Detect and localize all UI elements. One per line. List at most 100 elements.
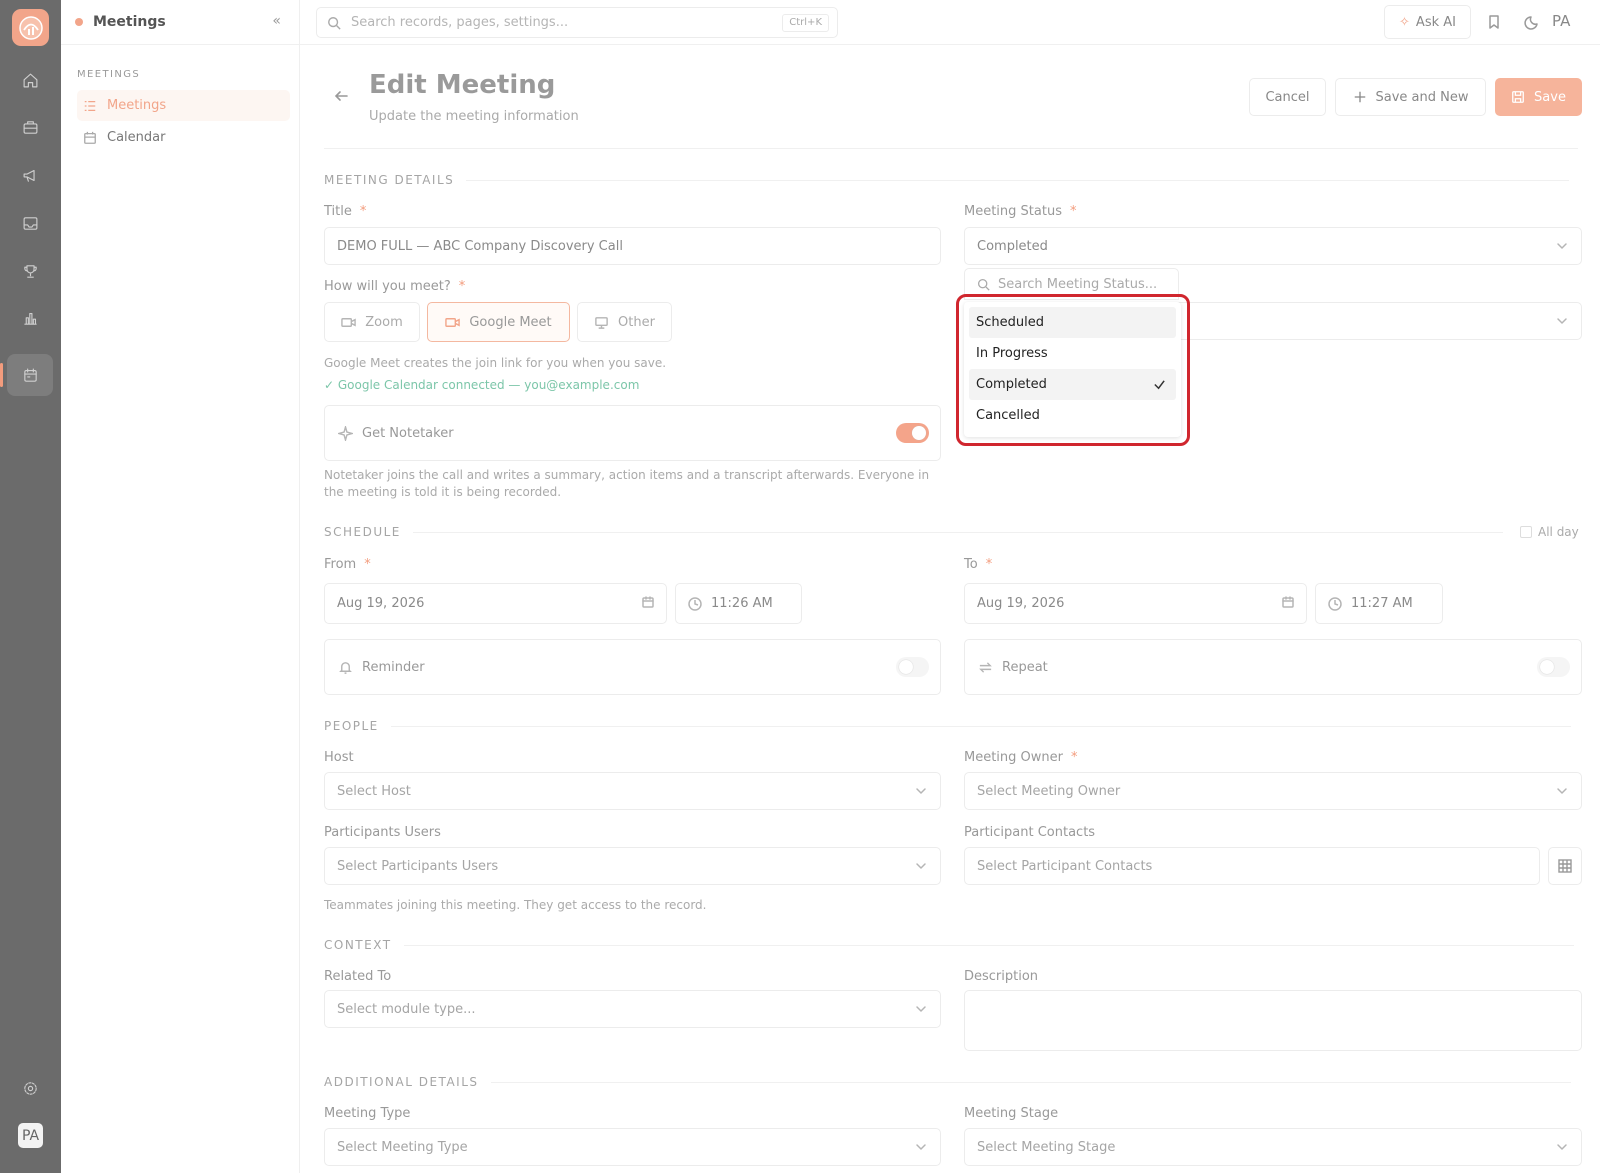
repeat-card: Repeat <box>964 639 1582 695</box>
owner-label-text: Meeting Owner <box>964 750 1063 765</box>
save-and-new-button[interactable]: Save and New <box>1335 78 1486 116</box>
chevron-down-icon <box>1556 315 1568 327</box>
save-and-new-label: Save and New <box>1375 89 1469 105</box>
host-select[interactable]: Select Host <box>324 772 941 810</box>
global-search-input[interactable]: Search records, pages, settings... Ctrl+… <box>316 7 838 38</box>
grid-picker-button[interactable] <box>1548 847 1582 885</box>
video-icon <box>445 317 461 327</box>
repeat-toggle[interactable] <box>1537 657 1570 677</box>
option-google-meet[interactable]: Google Meet <box>427 302 570 342</box>
search-icon <box>977 278 990 291</box>
participant-contacts-select[interactable]: Select Participant Contacts <box>964 847 1540 885</box>
calendar-icon <box>642 596 654 612</box>
to-time-input[interactable]: 11:27 AM <box>1315 583 1443 624</box>
clock-icon <box>1328 596 1342 611</box>
logo-icon <box>18 15 43 40</box>
sidebar-section-label: MEETINGS <box>77 69 141 80</box>
ask-ai-button[interactable]: ✧ Ask AI <box>1384 5 1471 39</box>
section-divider <box>490 1081 1571 1083</box>
related-to-select[interactable]: Select module type... <box>324 990 941 1028</box>
participants-hint: Teammates joining this meeting. They get… <box>324 898 707 912</box>
title-input[interactable]: DEMO FULL — ABC Company Discovery Call <box>324 227 941 265</box>
page-subtitle: Update the meeting information <box>369 109 579 124</box>
description-textarea[interactable] <box>964 990 1582 1051</box>
monitor-icon <box>595 316 608 329</box>
notetaker-label: Get Notetaker <box>362 425 454 441</box>
repeat-icon <box>979 661 992 673</box>
list-icon <box>84 100 96 111</box>
header-divider <box>324 148 1578 149</box>
cancel-label: Cancel <box>1265 89 1310 105</box>
inbox-icon[interactable] <box>0 203 61 243</box>
settings-icon[interactable] <box>0 1068 61 1108</box>
reminder-label: Reminder <box>362 659 425 675</box>
check-icon: ✓ <box>324 378 338 392</box>
how-meet-label-text: How will you meet? <box>324 279 451 294</box>
sidebar-item-calendar[interactable]: Calendar <box>77 122 290 153</box>
home-icon[interactable] <box>0 60 61 100</box>
description-label: Description <box>964 969 1039 984</box>
related-placeholder: Select module type... <box>337 1001 476 1017</box>
option-other[interactable]: Other <box>577 302 672 342</box>
calendar-icon <box>84 131 96 144</box>
meeting-stage-label: Meeting Stage <box>964 1106 1059 1121</box>
meeting-status-label: Meeting Status * <box>964 204 1076 219</box>
option-zoom[interactable]: Zoom <box>324 302 420 342</box>
page-title: Edit Meeting <box>369 70 556 100</box>
sidebar-item-label: Meetings <box>107 98 167 113</box>
all-day-label: All day <box>1538 525 1579 539</box>
all-day-checkbox[interactable]: All day <box>1520 525 1579 539</box>
host-label: Host <box>324 750 354 765</box>
google-meet-hint: Google Meet creates the join link for yo… <box>324 356 667 370</box>
bar-chart-icon[interactable] <box>0 298 61 338</box>
collapse-icon[interactable]: « <box>272 13 281 29</box>
briefcase-icon[interactable] <box>0 107 61 147</box>
chevron-down-icon <box>1556 240 1568 252</box>
title-label: Title * <box>324 204 366 219</box>
status-label-text: Meeting Status <box>964 204 1062 219</box>
chevron-down-icon <box>915 1141 927 1153</box>
meeting-owner-select[interactable]: Select Meeting Owner <box>964 772 1582 810</box>
to-date-input[interactable]: Aug 19, 2026 <box>964 583 1307 624</box>
app-logo[interactable] <box>12 9 49 46</box>
moon-icon[interactable] <box>1522 12 1542 32</box>
connected-text: Google Calendar connected — you@example.… <box>337 378 640 392</box>
meeting-stage-select[interactable]: Select Meeting Stage <box>964 1128 1582 1166</box>
back-arrow-icon[interactable] <box>333 88 349 104</box>
section-divider <box>466 179 1570 181</box>
required-marker: * <box>359 204 367 219</box>
option-label: Zoom <box>365 314 403 330</box>
app-rail: PA <box>0 0 61 1173</box>
sidebar-item-meetings[interactable]: Meetings <box>77 90 290 121</box>
meeting-type-select[interactable]: Select Meeting Type <box>324 1128 941 1166</box>
section-title: ADDITIONAL DETAILS <box>324 1075 479 1089</box>
rail-avatar[interactable]: PA <box>18 1123 43 1148</box>
stage-placeholder: Select Meeting Stage <box>977 1139 1116 1155</box>
section-divider <box>403 944 1574 946</box>
save-button[interactable]: Save <box>1495 78 1582 116</box>
bookmark-icon[interactable] <box>1484 12 1504 32</box>
from-date-input[interactable]: Aug 19, 2026 <box>324 583 667 624</box>
megaphone-icon[interactable] <box>0 155 61 195</box>
participants-users-select[interactable]: Select Participants Users <box>324 847 941 885</box>
meeting-status-select[interactable]: Completed <box>964 227 1582 265</box>
chevron-down-icon <box>1556 1141 1568 1153</box>
from-label-text: From <box>324 557 357 572</box>
title-value: DEMO FULL — ABC Company Discovery Call <box>337 238 623 254</box>
notetaker-toggle[interactable] <box>896 423 929 443</box>
calendar-nav-icon[interactable] <box>0 354 53 396</box>
ask-ai-label: Ask AI <box>1415 14 1456 30</box>
status-value: Completed <box>977 238 1048 254</box>
section-title: PEOPLE <box>324 719 379 733</box>
host-placeholder: Select Host <box>337 783 411 799</box>
required-marker: * <box>1071 750 1078 765</box>
reminder-toggle[interactable] <box>896 657 929 677</box>
trophy-icon[interactable] <box>0 251 61 291</box>
notetaker-card: Get Notetaker <box>324 405 941 461</box>
section-people: PEOPLE <box>324 719 1571 733</box>
how-meet-label: How will you meet? * <box>324 279 465 294</box>
from-time-input[interactable]: 11:26 AM <box>675 583 802 624</box>
cancel-button[interactable]: Cancel <box>1249 78 1326 116</box>
participant-contacts-label: Participant Contacts <box>964 825 1096 840</box>
user-menu[interactable]: PA <box>1552 12 1570 30</box>
